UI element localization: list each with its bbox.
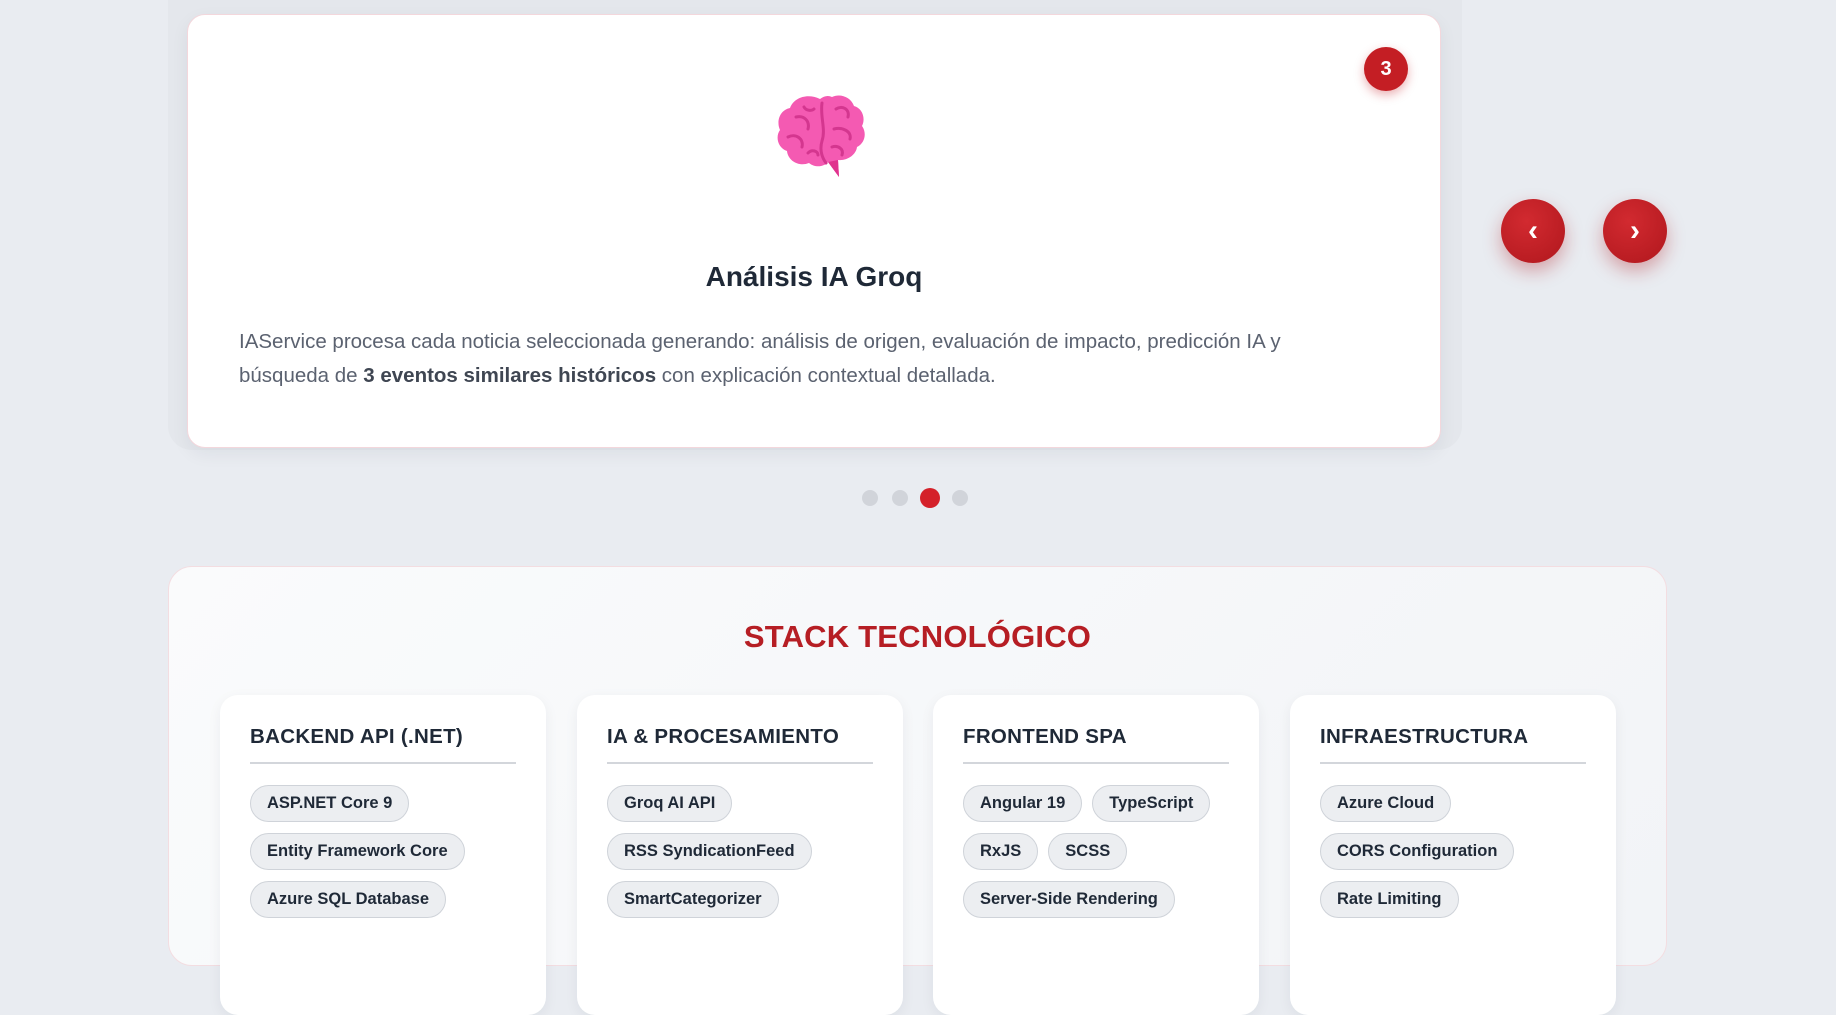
tag-list: Groq AI API RSS SyndicationFeed SmartCat… [607, 785, 883, 918]
tech-tag[interactable]: Server-Side Rendering [963, 881, 1175, 918]
stack-card-ia: IA & PROCESAMIENTO Groq AI API RSS Syndi… [577, 695, 903, 1015]
stack-card-title: FRONTEND SPA [963, 725, 1229, 764]
tech-tag[interactable]: RSS SyndicationFeed [607, 833, 812, 870]
carousel-prev-button[interactable]: ‹ [1501, 199, 1565, 263]
tech-stack-section: STACK TECNOLÓGICO BACKEND API (.NET) ASP… [168, 566, 1667, 1015]
carousel-dot-4[interactable] [952, 490, 968, 506]
tag-list: Angular 19 TypeScript RxJS SCSS Server-S… [963, 785, 1239, 918]
slide-description: IAService procesa cada noticia seleccion… [239, 325, 1360, 393]
stack-card-frontend: FRONTEND SPA Angular 19 TypeScript RxJS … [933, 695, 1259, 1015]
stack-card-title: IA & PROCESAMIENTO [607, 725, 873, 764]
tech-tag[interactable]: Angular 19 [963, 785, 1083, 822]
tech-tag[interactable]: SmartCategorizer [607, 881, 779, 918]
tag-list: Azure Cloud CORS Configuration Rate Limi… [1320, 785, 1596, 918]
carousel-dot-1[interactable] [862, 490, 878, 506]
slide-number-badge: 3 [1364, 47, 1408, 91]
tag-list: ASP.NET Core 9 Entity Framework Core Azu… [250, 785, 526, 918]
tech-tag[interactable]: Rate Limiting [1320, 881, 1459, 918]
tech-tag[interactable]: RxJS [963, 833, 1039, 870]
brain-icon [777, 95, 865, 177]
tech-tag[interactable]: Azure Cloud [1320, 785, 1452, 822]
stack-card-title: INFRAESTRUCTURA [1320, 725, 1586, 764]
tech-tag[interactable]: TypeScript [1092, 785, 1211, 822]
tech-tag[interactable]: Entity Framework Core [250, 833, 465, 870]
stack-title: STACK TECNOLÓGICO [743, 619, 1092, 654]
carousel-pagination [862, 488, 968, 508]
slide-title: Análisis IA Groq [705, 261, 923, 292]
carousel-dot-3[interactable] [920, 488, 940, 508]
tech-tag[interactable]: CORS Configuration [1320, 833, 1515, 870]
tech-tag[interactable]: Azure SQL Database [250, 881, 447, 918]
tech-tag[interactable]: SCSS [1048, 833, 1128, 870]
tech-tag[interactable]: Groq AI API [607, 785, 733, 822]
slide-description-text-end: con explicación contextual detallada. [656, 364, 996, 387]
carousel-next-button[interactable]: › [1603, 199, 1667, 263]
feature-slide-card: 3 Análisis IA Groq IAService procesa cad… [187, 14, 1441, 448]
stack-card-backend: BACKEND API (.NET) ASP.NET Core 9 Entity… [220, 695, 546, 1015]
tech-tag[interactable]: ASP.NET Core 9 [250, 785, 410, 822]
slide-description-highlight: 3 eventos similares históricos [363, 364, 657, 387]
stack-card-title: BACKEND API (.NET) [250, 725, 516, 764]
carousel-dot-2[interactable] [892, 490, 908, 506]
stack-card-infra: INFRAESTRUCTURA Azure Cloud CORS Configu… [1290, 695, 1616, 1015]
